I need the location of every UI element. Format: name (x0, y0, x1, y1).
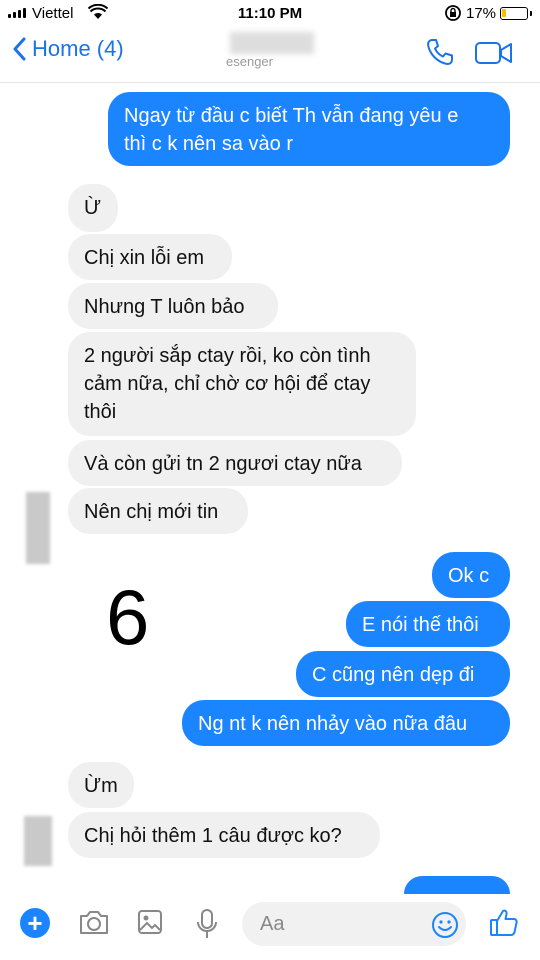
incoming-message[interactable]: Chị xin lỗi em (68, 234, 232, 280)
rotation-lock-icon (444, 4, 462, 26)
back-label: Home (4) (32, 36, 124, 61)
message-line: E nói thế thôi (362, 614, 479, 636)
message-line: Ok c (448, 565, 490, 587)
message-input[interactable]: Aa (242, 902, 466, 946)
back-button[interactable]: Home (4) (12, 36, 124, 62)
message-line: Ng nt k nên nhảy vào nữa đâu (198, 713, 468, 735)
phone-call-button[interactable] (424, 36, 456, 73)
message-line: thì c k nên sa vào r (124, 133, 293, 155)
camera-button[interactable] (78, 908, 110, 941)
emoji-icon (432, 912, 458, 938)
outgoing-message[interactable]: Ngay từ đầu c biết Th vẫn đang yêu e thì… (108, 92, 510, 166)
microphone-button[interactable] (194, 908, 220, 945)
outgoing-message-partial[interactable] (404, 876, 510, 894)
outgoing-message[interactable]: Ok c (432, 552, 510, 598)
battery-icon (500, 7, 532, 20)
message-line: Và còn gửi tn 2 ngươi ctay nữa (84, 453, 362, 475)
incoming-message[interactable]: Nhưng T luôn bảo (68, 283, 278, 329)
thumbs-up-icon (490, 909, 518, 936)
outgoing-message[interactable]: E nói thế thôi (346, 601, 510, 647)
phone-icon (427, 39, 453, 65)
incoming-message[interactable]: 2 người sắp ctay rồi, ko còn tình cảm nữ… (68, 332, 416, 436)
contact-name-redacted (230, 32, 314, 54)
plus-button[interactable]: + (20, 908, 50, 938)
outgoing-message[interactable]: Ng nt k nên nhảy vào nữa đâu (182, 700, 510, 746)
message-line: Nhưng T luôn bảo (84, 296, 245, 318)
video-camera-icon (475, 42, 512, 64)
contact-subtitle: esenger (226, 54, 273, 69)
message-line: Ừ (84, 197, 102, 219)
message-line: Ừm (84, 775, 118, 797)
message-line: thôi (84, 401, 117, 423)
incoming-message[interactable]: Ừ (68, 184, 118, 232)
message-line: Chị hỏi thêm 1 câu được ko? (84, 825, 342, 847)
chevron-left-icon (13, 37, 26, 61)
message-line: cảm nữa, chỉ chờ cơ hội để ctay (84, 373, 371, 395)
overlay-number: 6 (106, 573, 150, 661)
message-line: 2 người sắp ctay rồi, ko còn tình (84, 345, 371, 367)
message-line: Chị xin lỗi em (84, 247, 205, 269)
like-button[interactable] (488, 906, 520, 943)
incoming-message[interactable]: Nên chị mới tin (68, 488, 248, 534)
battery-percent: 17% (466, 5, 497, 22)
conversation-header: Home (4) esenger (0, 28, 540, 83)
status-bar: Viettel 11:10 PM 17% (0, 0, 540, 28)
message-placeholder: Aa (260, 913, 285, 935)
avatar-redacted (24, 816, 52, 866)
message-line: Nên chị mới tin (84, 501, 219, 523)
outgoing-message[interactable]: C cũng nên dẹp đi (296, 651, 510, 697)
message-composer: + Aa (0, 894, 540, 960)
incoming-message[interactable]: Chị hỏi thêm 1 câu được ko? (68, 812, 380, 858)
battery-fill (502, 9, 506, 17)
message-line: Ngay từ đầu c biết Th vẫn đang yêu e (124, 105, 459, 127)
avatar-redacted (26, 492, 50, 564)
message-line: C cũng nên dẹp đi (312, 664, 475, 686)
incoming-message[interactable]: Ừm (68, 762, 134, 808)
emoji-button[interactable] (430, 910, 460, 945)
incoming-message[interactable]: Và còn gửi tn 2 ngươi ctay nữa (68, 440, 402, 486)
image-button[interactable] (136, 908, 164, 941)
microphone-icon (197, 909, 217, 938)
video-call-button[interactable] (474, 40, 514, 71)
image-icon (138, 910, 162, 934)
camera-icon (80, 911, 108, 934)
